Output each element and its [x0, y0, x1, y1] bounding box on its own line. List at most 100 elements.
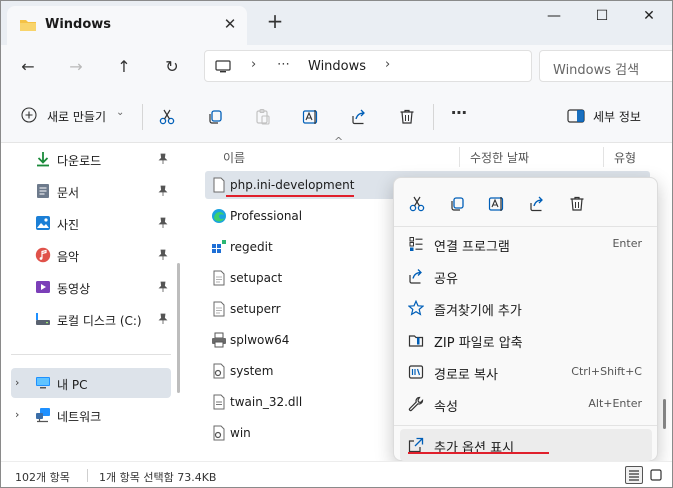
maximize-icon[interactable]: ☐ — [579, 1, 625, 33]
breadcrumb-windows[interactable]: Windows — [308, 59, 366, 74]
new-tab-icon[interactable]: + — [263, 9, 287, 33]
file-list-scrollbar[interactable] — [663, 399, 666, 429]
sidebar-item-this-pc[interactable]: › 내 PC — [11, 368, 171, 398]
pin-icon[interactable] — [157, 185, 169, 197]
sidebar-item-network[interactable]: › 네트워크 — [11, 400, 171, 430]
rename-icon — [302, 110, 318, 124]
file-row-system[interactable]: system — [205, 357, 405, 385]
music-icon — [35, 247, 51, 263]
file-row-win[interactable]: win — [205, 419, 405, 447]
sidebar-item-local-disk[interactable]: 로컬 디스크 (C:) — [11, 304, 171, 334]
edge-icon — [212, 209, 226, 223]
context-menu: 연결 프로그램 Enter 공유 즐겨찾기에 추가 ZIP 파일로 압축 경로로… — [393, 177, 658, 461]
settings-file-icon — [213, 363, 225, 379]
network-icon — [36, 408, 50, 423]
file-row-professional[interactable]: Professional — [205, 202, 405, 230]
menu-item-label: 공유 — [434, 272, 458, 287]
column-divider[interactable] — [459, 147, 460, 167]
up-icon[interactable]: ↑ — [109, 53, 139, 81]
sidebar-item-label: 네트워크 — [57, 410, 102, 424]
search-input[interactable]: Windows 검색 — [539, 50, 672, 82]
tiles-view-button[interactable] — [647, 466, 665, 484]
close-window-icon[interactable]: ✕ — [626, 1, 672, 33]
back-icon[interactable]: ← — [13, 53, 43, 81]
menu-item-show-more-options[interactable]: 추가 옵션 표시 — [400, 429, 652, 461]
navigation-bar: ← → ↑ ↻ › ⋯ Windows › Windows 검색 — [1, 45, 672, 89]
file-row-setupact[interactable]: setupact — [205, 264, 405, 292]
toolbar-divider — [433, 104, 434, 130]
sidebar-item-downloads[interactable]: 다운로드 — [11, 144, 171, 174]
file-row-regedit[interactable]: regedit — [205, 233, 405, 261]
context-delete-button[interactable] — [562, 190, 590, 216]
star-icon — [408, 300, 424, 316]
documents-icon — [37, 184, 49, 198]
file-name: splwow64 — [230, 333, 290, 347]
tab-close-icon[interactable]: ✕ — [221, 15, 239, 33]
tab-windows[interactable]: Windows ✕ — [7, 6, 247, 45]
menu-item-label: 경로로 복사 — [434, 368, 498, 383]
context-cut-button[interactable] — [402, 190, 430, 216]
details-pane-label: 세부 정보 — [593, 110, 641, 124]
minimize-icon[interactable]: — — [531, 1, 577, 33]
column-header-type[interactable]: 유형 — [614, 149, 636, 166]
sidebar-item-music[interactable]: 음악 — [11, 240, 171, 270]
menu-item-copy-path[interactable]: 경로로 복사 Ctrl+Shift+C — [400, 356, 652, 388]
copy-path-icon — [408, 365, 424, 379]
status-divider — [87, 469, 88, 482]
search-placeholder: Windows 검색 — [553, 63, 640, 78]
column-header-modified[interactable]: 수정한 날짜 — [470, 149, 529, 166]
refresh-icon[interactable]: ↻ — [157, 53, 187, 81]
details-view-icon — [629, 470, 639, 481]
paste-button[interactable] — [249, 104, 277, 130]
more-options-icon[interactable]: ⋯ — [447, 103, 471, 127]
menu-item-open-with[interactable]: 연결 프로그램 Enter — [400, 228, 652, 260]
menu-item-compress-zip[interactable]: ZIP 파일로 압축 — [400, 324, 652, 356]
status-item-count: 102개 항목 — [15, 471, 70, 484]
videos-icon — [36, 281, 50, 293]
menu-item-properties[interactable]: 속성 Alt+Enter — [400, 388, 652, 420]
open-with-icon — [409, 237, 423, 251]
sidebar-item-documents[interactable]: 문서 — [11, 176, 171, 206]
more-crumbs-icon[interactable]: ⋯ — [277, 57, 290, 72]
pin-icon[interactable] — [157, 153, 169, 165]
pin-icon[interactable] — [157, 313, 169, 325]
details-pane-button[interactable]: 세부 정보 — [561, 103, 661, 129]
download-icon — [37, 152, 49, 167]
chevron-right-icon[interactable]: › — [385, 57, 390, 72]
tab-title: Windows — [45, 17, 112, 32]
details-view-button[interactable] — [625, 466, 643, 484]
cut-button[interactable] — [153, 104, 181, 130]
this-pc-icon — [36, 377, 50, 389]
context-share-button[interactable] — [522, 190, 550, 216]
sidebar-item-pictures[interactable]: 사진 — [11, 208, 171, 238]
column-header-name[interactable]: 이름 — [223, 149, 245, 166]
file-row-splwow64[interactable]: splwow64 — [205, 326, 405, 354]
file-row-twain[interactable]: twain_32.dll — [205, 388, 405, 416]
column-divider[interactable] — [603, 147, 604, 167]
menu-item-add-favorites[interactable]: 즐겨찾기에 추가 — [400, 292, 652, 324]
expand-chevron-icon[interactable]: › — [15, 408, 19, 421]
copy-icon — [209, 110, 222, 124]
pin-icon[interactable] — [157, 281, 169, 293]
share-button[interactable] — [345, 104, 373, 130]
forward-icon[interactable]: → — [61, 53, 91, 81]
pin-icon[interactable] — [157, 217, 169, 229]
sidebar-scrollbar[interactable] — [177, 263, 180, 393]
expand-chevron-icon[interactable]: › — [15, 376, 19, 389]
context-rename-button[interactable] — [482, 190, 510, 216]
copy-button[interactable] — [201, 104, 229, 130]
context-copy-button[interactable] — [442, 190, 470, 216]
rename-button[interactable] — [297, 104, 325, 130]
new-button-label: 새로 만들기 — [47, 110, 107, 124]
sidebar-item-label: 내 PC — [57, 378, 88, 392]
sidebar-item-videos[interactable]: 동영상 — [11, 272, 171, 302]
delete-button[interactable] — [393, 104, 421, 130]
menu-item-share[interactable]: 공유 — [400, 260, 652, 292]
menu-item-shortcut: Alt+Enter — [588, 397, 642, 410]
sidebar-item-label: 로컬 디스크 (C:) — [57, 314, 142, 328]
delete-icon — [570, 196, 584, 211]
address-bar[interactable]: › ⋯ Windows › — [204, 50, 532, 82]
pin-icon[interactable] — [157, 249, 169, 261]
dll-file-icon — [213, 394, 225, 410]
file-row-setuperr[interactable]: setuperr — [205, 295, 405, 323]
